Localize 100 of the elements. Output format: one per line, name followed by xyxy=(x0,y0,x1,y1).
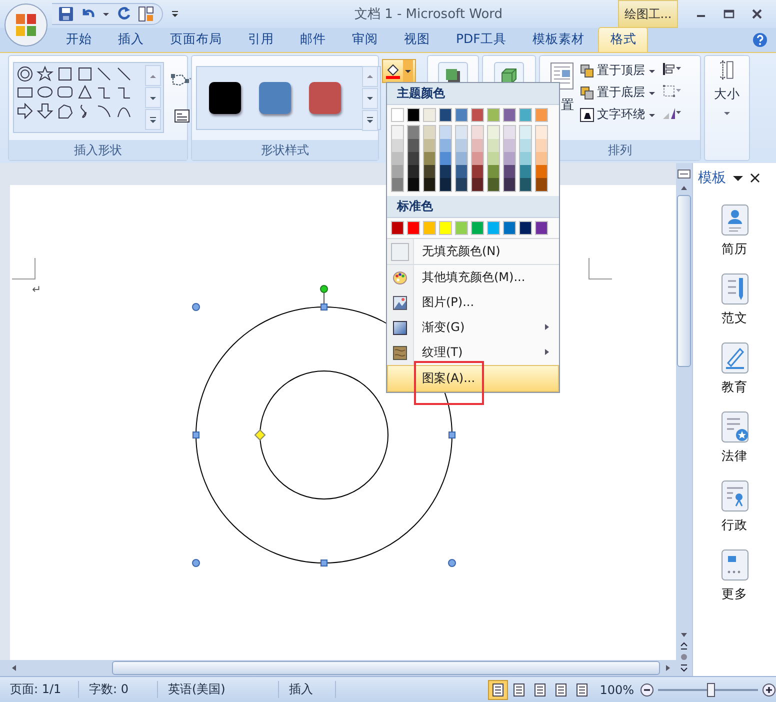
resize-handle[interactable] xyxy=(192,303,200,311)
color-swatch[interactable] xyxy=(471,221,484,235)
color-swatch[interactable] xyxy=(407,221,420,235)
color-swatch[interactable] xyxy=(504,178,515,191)
color-swatch[interactable] xyxy=(455,108,468,122)
shape-style-swatch[interactable] xyxy=(309,82,341,114)
color-swatch[interactable] xyxy=(423,221,436,235)
vertical-scrollbar[interactable] xyxy=(676,163,692,676)
save-icon[interactable] xyxy=(58,6,74,22)
next-page-icon[interactable] xyxy=(680,664,688,672)
ribbon-tab[interactable]: 插入 xyxy=(106,27,156,52)
ribbon-tab[interactable]: 审阅 xyxy=(340,27,390,52)
color-swatch[interactable] xyxy=(503,108,516,122)
rotation-handle[interactable] xyxy=(320,285,328,304)
ribbon-tab[interactable]: 模板素材 xyxy=(520,27,596,52)
zoom-out-icon[interactable] xyxy=(640,682,654,696)
up-arrow-icon[interactable] xyxy=(680,184,688,192)
color-swatch[interactable] xyxy=(520,178,531,191)
color-swatch[interactable] xyxy=(472,126,483,139)
size-button[interactable]: 大小 xyxy=(705,60,749,117)
color-swatch[interactable] xyxy=(456,165,467,178)
color-swatch[interactable] xyxy=(488,152,499,165)
scroll-up-button[interactable] xyxy=(362,66,378,86)
fill-color-button[interactable] xyxy=(382,59,416,83)
zoom-slider-thumb[interactable] xyxy=(707,682,715,696)
group-icon[interactable] xyxy=(662,84,682,98)
color-swatch[interactable] xyxy=(536,178,547,191)
color-swatch[interactable] xyxy=(439,221,452,235)
ribbon-tab[interactable]: 页面布局 xyxy=(158,27,234,52)
more-button[interactable] xyxy=(362,110,378,130)
color-swatch[interactable] xyxy=(392,152,403,165)
color-swatch[interactable] xyxy=(472,165,483,178)
color-swatch[interactable] xyxy=(423,108,436,122)
adjust-handle[interactable] xyxy=(254,429,266,441)
color-swatch[interactable] xyxy=(456,139,467,152)
ribbon-tab[interactable]: 视图 xyxy=(392,27,442,52)
resize-handle[interactable] xyxy=(192,432,200,438)
color-swatch[interactable] xyxy=(439,108,452,122)
color-swatch[interactable] xyxy=(440,126,451,139)
color-swatch[interactable] xyxy=(408,139,419,152)
template-label[interactable]: 范文 xyxy=(722,310,748,327)
down-arrow-icon[interactable] xyxy=(680,631,688,639)
zoom-level[interactable]: 100% xyxy=(600,682,634,696)
color-swatch[interactable] xyxy=(503,221,516,235)
align-icon[interactable] xyxy=(662,62,682,76)
shape-style-swatch[interactable] xyxy=(259,82,291,114)
color-swatch[interactable] xyxy=(504,152,515,165)
menu-item[interactable]: 渐变(G) xyxy=(387,315,559,340)
ribbon-tab[interactable]: 开始 xyxy=(54,27,104,52)
browse-object-icon[interactable] xyxy=(680,653,688,661)
horizontal-scrollbar[interactable] xyxy=(0,660,676,676)
color-swatch[interactable] xyxy=(408,178,419,191)
color-swatch[interactable] xyxy=(391,108,404,122)
resume-template-icon[interactable] xyxy=(720,203,750,237)
close-icon[interactable] xyxy=(750,173,760,183)
ribbon-tab[interactable]: 引用 xyxy=(236,27,286,52)
color-swatch[interactable] xyxy=(456,152,467,165)
color-swatch[interactable] xyxy=(472,178,483,191)
menu-item[interactable]: 图片(P)... xyxy=(387,290,559,315)
admin-template-icon[interactable] xyxy=(720,479,750,513)
menu-item[interactable]: 图案(A)... xyxy=(387,365,559,392)
color-swatch[interactable] xyxy=(536,165,547,178)
color-swatch[interactable] xyxy=(440,139,451,152)
color-swatch[interactable] xyxy=(536,152,547,165)
color-swatch[interactable] xyxy=(391,221,404,235)
color-swatch[interactable] xyxy=(472,139,483,152)
more-template-icon[interactable] xyxy=(720,548,750,582)
color-swatch[interactable] xyxy=(504,139,515,152)
redo-icon[interactable] xyxy=(116,6,132,22)
resize-handle[interactable] xyxy=(320,304,328,310)
color-swatch[interactable] xyxy=(519,221,532,235)
scroll-up-button[interactable] xyxy=(145,65,161,86)
color-swatch[interactable] xyxy=(520,139,531,152)
menu-item[interactable]: 无填充颜色(N) xyxy=(387,239,559,265)
color-swatch[interactable] xyxy=(488,126,499,139)
color-swatch[interactable] xyxy=(520,152,531,165)
scroll-down-button[interactable] xyxy=(145,87,161,108)
color-swatch[interactable] xyxy=(535,221,548,235)
resize-handle[interactable] xyxy=(320,560,328,566)
dropdown-caret-icon[interactable] xyxy=(733,173,743,183)
color-swatch[interactable] xyxy=(408,152,419,165)
color-swatch[interactable] xyxy=(440,152,451,165)
template-label[interactable]: 更多 xyxy=(722,586,748,603)
color-swatch[interactable] xyxy=(504,165,515,178)
color-swatch[interactable] xyxy=(440,178,451,191)
menu-item[interactable]: 其他填充颜色(M)... xyxy=(387,265,559,290)
color-swatch[interactable] xyxy=(424,139,435,152)
arrange-button[interactable]: 置于顶层 xyxy=(580,62,656,79)
shape-style-swatch[interactable] xyxy=(209,82,241,114)
color-swatch[interactable] xyxy=(392,178,403,191)
right-arrow-icon[interactable] xyxy=(664,664,672,672)
color-swatch[interactable] xyxy=(392,165,403,178)
color-swatch[interactable] xyxy=(456,178,467,191)
color-swatch[interactable] xyxy=(424,152,435,165)
more-button[interactable] xyxy=(145,109,161,130)
color-swatch[interactable] xyxy=(488,139,499,152)
color-swatch[interactable] xyxy=(536,126,547,139)
arrange-button[interactable]: 文字环绕 xyxy=(580,106,656,123)
color-swatch[interactable] xyxy=(408,126,419,139)
color-swatch[interactable] xyxy=(456,126,467,139)
